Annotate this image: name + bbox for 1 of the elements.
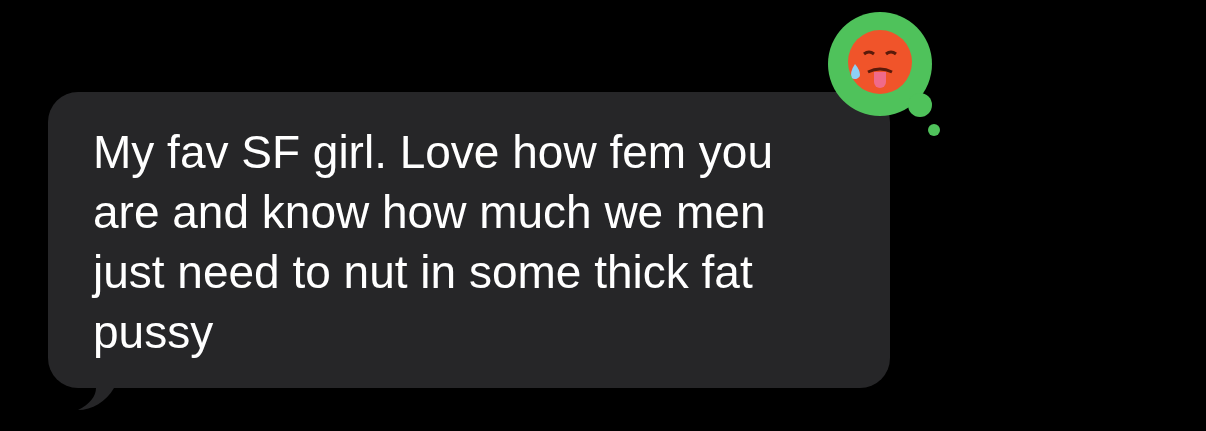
message-text: My fav SF girl. Love how fem you are and know how much we men just need to nut in some thick fat pussy — [93, 125, 775, 360]
